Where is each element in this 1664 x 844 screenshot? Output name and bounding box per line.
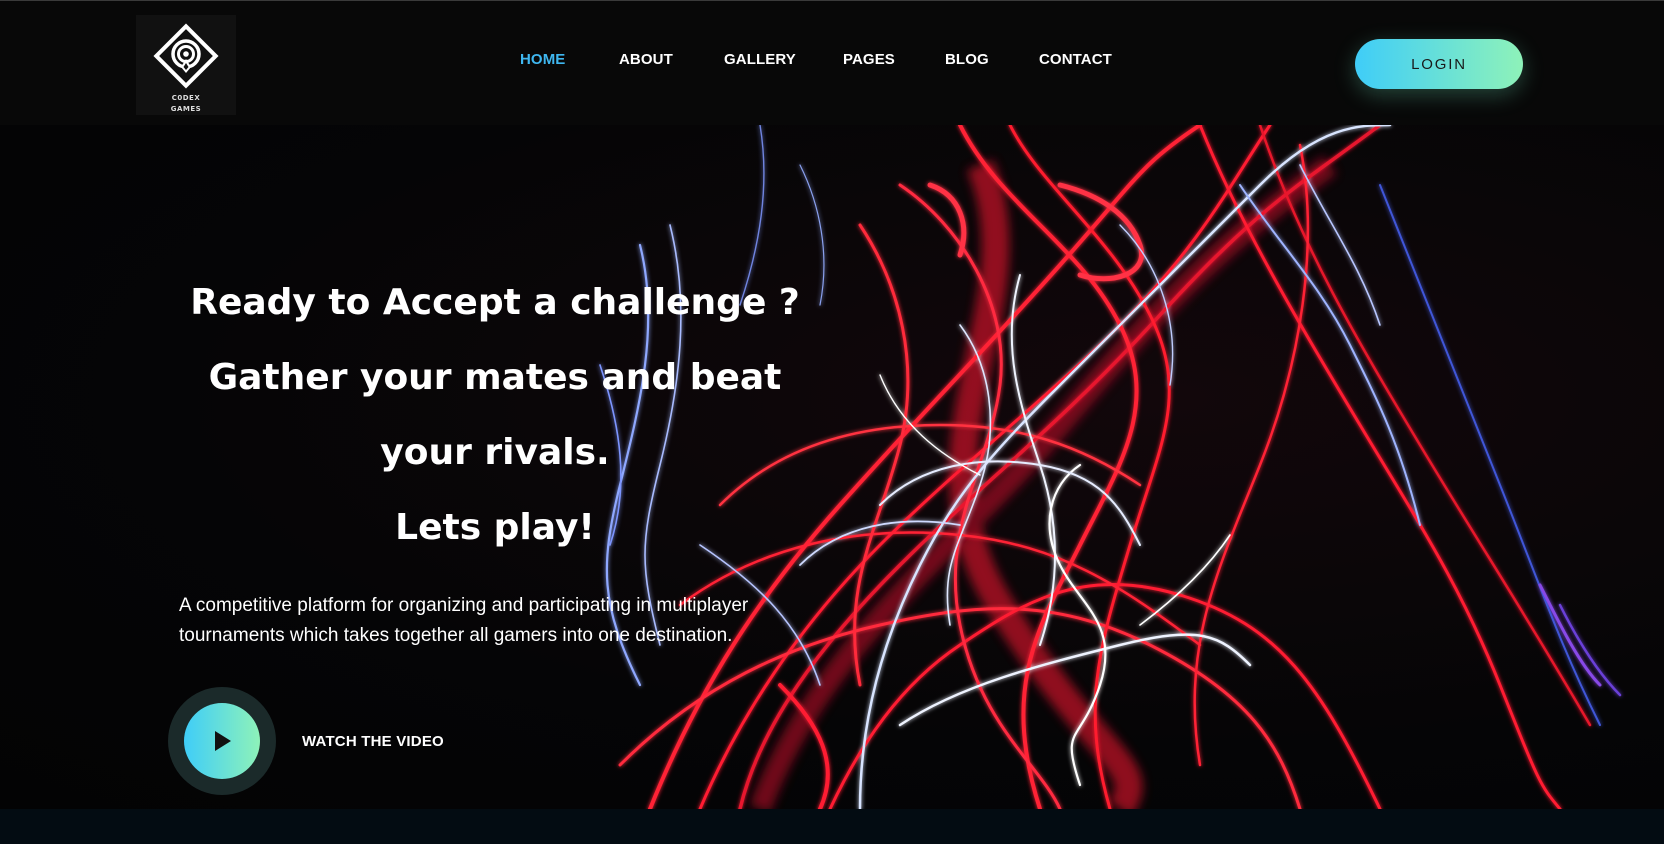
logo-line-1: C0DEX: [171, 94, 201, 102]
diamond-target-logo-icon: [153, 23, 219, 89]
hero-headline-line-3: your rivals.: [380, 432, 610, 473]
hero-headline: Ready to Accept a challenge ? Gather you…: [170, 265, 820, 565]
logo-text: C0DEX GAMES: [171, 93, 201, 115]
play-icon: [215, 731, 231, 751]
nav-item-contact[interactable]: CONTACT: [1039, 51, 1112, 68]
watch-video-button[interactable]: [168, 687, 276, 795]
site-header: C0DEX GAMES HOME ABOUT GALLERY PAGES BLO…: [0, 1, 1664, 125]
hero-headline-line-2: Gather your mates and beat: [208, 357, 782, 398]
hero-description: A competitive platform for organizing an…: [179, 595, 749, 646]
hero-section: Ready to Accept a challenge ? Gather you…: [0, 125, 1664, 809]
nav-item-about[interactable]: ABOUT: [619, 51, 673, 68]
nav-item-home[interactable]: HOME: [520, 51, 565, 68]
nav-item-pages[interactable]: PAGES: [843, 51, 895, 68]
logo-line-2: GAMES: [170, 105, 202, 113]
brand-logo[interactable]: C0DEX GAMES: [136, 15, 236, 115]
page: C0DEX GAMES HOME ABOUT GALLERY PAGES BLO…: [0, 0, 1664, 844]
login-button[interactable]: LOGIN: [1355, 39, 1523, 89]
nav-item-gallery[interactable]: GALLERY: [724, 51, 796, 68]
hero-headline-line-1: Ready to Accept a challenge ?: [190, 282, 800, 323]
watch-video-label[interactable]: WATCH THE VIDEO: [302, 733, 444, 750]
play-button-circle[interactable]: [184, 703, 260, 779]
next-section-strip: [0, 809, 1664, 844]
nav-item-blog[interactable]: BLOG: [945, 51, 989, 68]
hero-headline-line-4: Lets play!: [395, 507, 595, 548]
